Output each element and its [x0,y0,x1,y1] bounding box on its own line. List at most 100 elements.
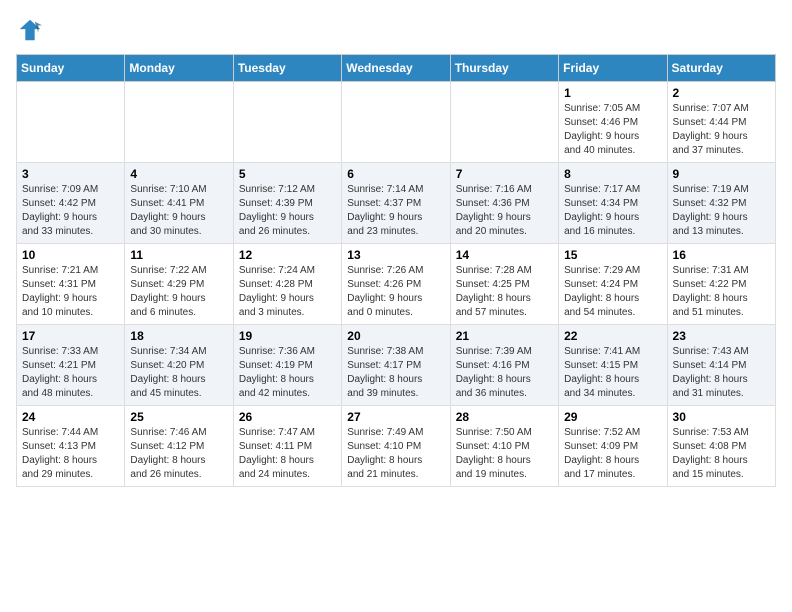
calendar-cell: 14 Sunrise: 7:28 AM Sunset: 4:25 PM Dayli… [450,244,558,325]
calendar-cell: 15 Sunrise: 7:29 AM Sunset: 4:24 PM Dayli… [559,244,667,325]
day-info: Sunrise: 7:28 AM Sunset: 4:25 PM Dayligh… [456,264,553,320]
day-info: Sunrise: 7:31 AM Sunset: 4:22 PM Dayligh… [673,264,770,320]
day-number: 5 [239,167,336,181]
calendar-cell [233,82,341,163]
weekday-header: Thursday [450,55,558,82]
day-number: 18 [130,329,227,343]
calendar-cell: 18 Sunrise: 7:34 AM Sunset: 4:20 PM Dayli… [125,325,233,406]
day-info: Sunrise: 7:44 AM Sunset: 4:13 PM Dayligh… [22,426,119,482]
day-info: Sunrise: 7:47 AM Sunset: 4:11 PM Dayligh… [239,426,336,482]
calendar-cell: 6Sunrise: 7:14 AM Sunset: 4:37 PM Daylig… [342,163,450,244]
day-number: 15 [564,248,661,262]
day-info: Sunrise: 7:09 AM Sunset: 4:42 PM Dayligh… [22,183,119,239]
day-number: 22 [564,329,661,343]
day-info: Sunrise: 7:43 AM Sunset: 4:14 PM Dayligh… [673,345,770,401]
weekday-header: Tuesday [233,55,341,82]
day-info: Sunrise: 7:39 AM Sunset: 4:16 PM Dayligh… [456,345,553,401]
day-number: 29 [564,410,661,424]
day-info: Sunrise: 7:34 AM Sunset: 4:20 PM Dayligh… [130,345,227,401]
day-info: Sunrise: 7:33 AM Sunset: 4:21 PM Dayligh… [22,345,119,401]
calendar-cell: 28Sunrise: 7:50 AM Sunset: 4:10 PM Dayli… [450,406,558,487]
day-number: 27 [347,410,444,424]
weekday-header: Friday [559,55,667,82]
day-info: Sunrise: 7:10 AM Sunset: 4:41 PM Dayligh… [130,183,227,239]
calendar-cell [17,82,125,163]
day-number: 9 [673,167,770,181]
calendar-week-row: 10 Sunrise: 7:21 AM Sunset: 4:31 PM Dayli… [17,244,776,325]
day-info: Sunrise: 7:29 AM Sunset: 4:24 PM Dayligh… [564,264,661,320]
day-info: Sunrise: 7:19 AM Sunset: 4:32 PM Dayligh… [673,183,770,239]
day-number: 8 [564,167,661,181]
day-number: 3 [22,167,119,181]
calendar-cell [450,82,558,163]
calendar-cell: 21 Sunrise: 7:39 AM Sunset: 4:16 PM Dayli… [450,325,558,406]
calendar-cell: 16 Sunrise: 7:31 AM Sunset: 4:22 PM Dayli… [667,244,775,325]
calendar-cell [342,82,450,163]
day-info: Sunrise: 7:46 AM Sunset: 4:12 PM Dayligh… [130,426,227,482]
day-number: 10 [22,248,119,262]
day-number: 11 [130,248,227,262]
calendar-week-row: 3 Sunrise: 7:09 AM Sunset: 4:42 PM Daylig… [17,163,776,244]
calendar-week-row: 17 Sunrise: 7:33 AM Sunset: 4:21 PM Dayli… [17,325,776,406]
logo-icon [16,16,44,44]
day-number: 14 [456,248,553,262]
calendar-week-row: 24 Sunrise: 7:44 AM Sunset: 4:13 PM Dayli… [17,406,776,487]
calendar-cell: 29 Sunrise: 7:52 AM Sunset: 4:09 PM Dayli… [559,406,667,487]
day-info: Sunrise: 7:53 AM Sunset: 4:08 PM Dayligh… [673,426,770,482]
day-number: 24 [22,410,119,424]
calendar-cell: 12 Sunrise: 7:24 AM Sunset: 4:28 PM Dayli… [233,244,341,325]
day-number: 17 [22,329,119,343]
day-info: Sunrise: 7:41 AM Sunset: 4:15 PM Dayligh… [564,345,661,401]
calendar-cell: 9 Sunrise: 7:19 AM Sunset: 4:32 PM Daylig… [667,163,775,244]
day-info: Sunrise: 7:22 AM Sunset: 4:29 PM Dayligh… [130,264,227,320]
calendar-table: SundayMondayTuesdayWednesdayThursdayFrid… [16,54,776,487]
weekday-header: Monday [125,55,233,82]
day-info: Sunrise: 7:14 AM Sunset: 4:37 PM Dayligh… [347,183,444,239]
day-info: Sunrise: 7:52 AM Sunset: 4:09 PM Dayligh… [564,426,661,482]
day-info: Sunrise: 7:36 AM Sunset: 4:19 PM Dayligh… [239,345,336,401]
calendar-cell: 13 Sunrise: 7:26 AM Sunset: 4:26 PM Dayli… [342,244,450,325]
calendar-cell: 22 Sunrise: 7:41 AM Sunset: 4:15 PM Dayli… [559,325,667,406]
day-number: 2 [673,86,770,100]
calendar-cell [125,82,233,163]
calendar-cell: 23Sunrise: 7:43 AM Sunset: 4:14 PM Dayli… [667,325,775,406]
day-info: Sunrise: 7:21 AM Sunset: 4:31 PM Dayligh… [22,264,119,320]
day-info: Sunrise: 7:24 AM Sunset: 4:28 PM Dayligh… [239,264,336,320]
day-number: 12 [239,248,336,262]
calendar-cell: 2 Sunrise: 7:07 AM Sunset: 4:44 PM Daylig… [667,82,775,163]
weekday-header: Saturday [667,55,775,82]
calendar-cell: 7 Sunrise: 7:16 AM Sunset: 4:36 PM Daylig… [450,163,558,244]
day-number: 25 [130,410,227,424]
day-info: Sunrise: 7:26 AM Sunset: 4:26 PM Dayligh… [347,264,444,320]
day-number: 30 [673,410,770,424]
day-info: Sunrise: 7:05 AM Sunset: 4:46 PM Dayligh… [564,102,661,158]
day-info: Sunrise: 7:12 AM Sunset: 4:39 PM Dayligh… [239,183,336,239]
calendar-cell: 5 Sunrise: 7:12 AM Sunset: 4:39 PM Daylig… [233,163,341,244]
calendar-cell: 30 Sunrise: 7:53 AM Sunset: 4:08 PM Dayli… [667,406,775,487]
calendar-cell: 24 Sunrise: 7:44 AM Sunset: 4:13 PM Dayli… [17,406,125,487]
calendar-cell: 17 Sunrise: 7:33 AM Sunset: 4:21 PM Dayli… [17,325,125,406]
day-number: 13 [347,248,444,262]
day-number: 20 [347,329,444,343]
calendar-cell: 19 Sunrise: 7:36 AM Sunset: 4:19 PM Dayli… [233,325,341,406]
day-number: 7 [456,167,553,181]
calendar-cell: 20 Sunrise: 7:38 AM Sunset: 4:17 PM Dayli… [342,325,450,406]
day-number: 16 [673,248,770,262]
day-number: 21 [456,329,553,343]
day-info: Sunrise: 7:38 AM Sunset: 4:17 PM Dayligh… [347,345,444,401]
calendar-cell: 26 Sunrise: 7:47 AM Sunset: 4:11 PM Dayli… [233,406,341,487]
day-number: 1 [564,86,661,100]
page-header [16,16,776,44]
day-number: 26 [239,410,336,424]
day-info: Sunrise: 7:16 AM Sunset: 4:36 PM Dayligh… [456,183,553,239]
day-number: 28 [456,410,553,424]
weekday-header: Sunday [17,55,125,82]
calendar-cell: 11 Sunrise: 7:22 AM Sunset: 4:29 PM Dayli… [125,244,233,325]
weekday-header: Wednesday [342,55,450,82]
calendar-cell: 10 Sunrise: 7:21 AM Sunset: 4:31 PM Dayli… [17,244,125,325]
day-number: 19 [239,329,336,343]
day-info: Sunrise: 7:49 AM Sunset: 4:10 PM Dayligh… [347,426,444,482]
calendar-cell: 27 Sunrise: 7:49 AM Sunset: 4:10 PM Dayli… [342,406,450,487]
calendar-cell: 25 Sunrise: 7:46 AM Sunset: 4:12 PM Dayli… [125,406,233,487]
day-info: Sunrise: 7:07 AM Sunset: 4:44 PM Dayligh… [673,102,770,158]
